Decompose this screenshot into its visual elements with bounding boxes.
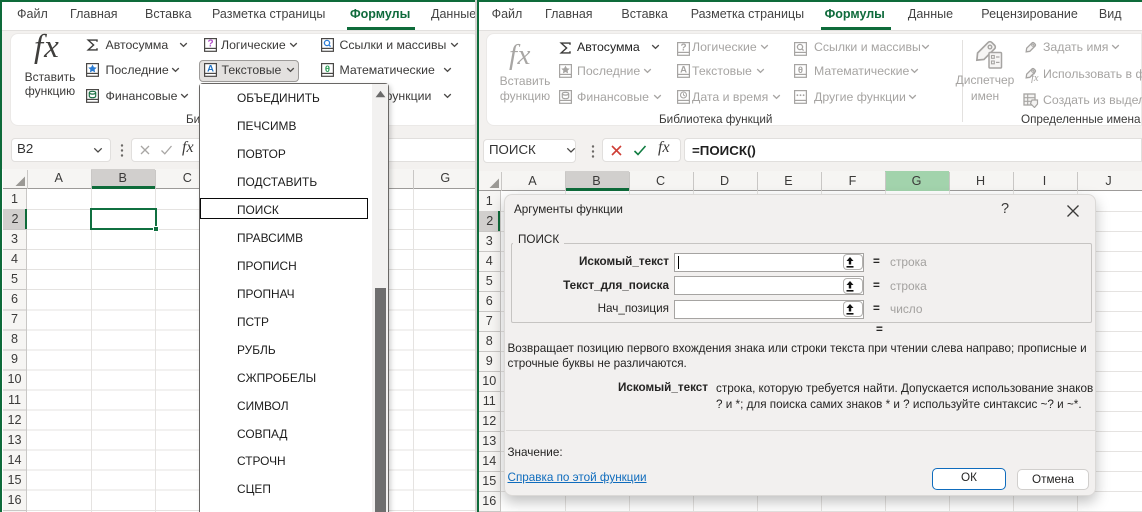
svg-text:fx: fx (1031, 73, 1039, 83)
svg-text:?: ? (680, 42, 686, 53)
svg-text:θ: θ (798, 65, 803, 76)
svg-text:A: A (680, 65, 687, 76)
svg-text:?: ? (207, 39, 213, 50)
svg-text:A: A (207, 64, 214, 75)
svg-text:θ: θ (324, 64, 329, 75)
